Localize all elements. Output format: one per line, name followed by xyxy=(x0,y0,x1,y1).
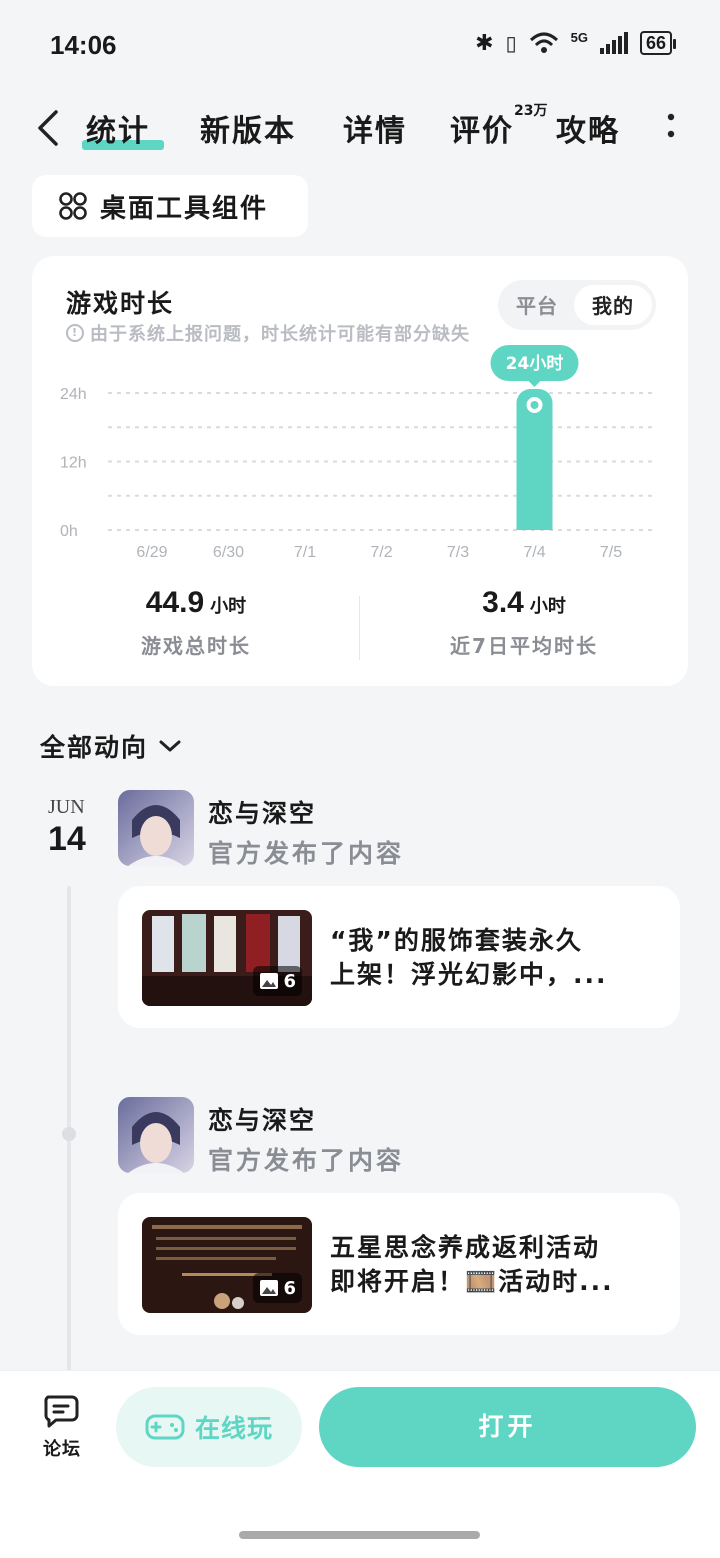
tab-guides[interactable]: 攻略 xyxy=(556,106,620,150)
open-game-button[interactable]: 打开 xyxy=(319,1387,696,1467)
signal-icon xyxy=(599,32,628,54)
image-icon xyxy=(260,973,279,989)
wifi-icon xyxy=(529,32,558,53)
image-count: 6 xyxy=(283,1277,296,1299)
post-thumbnail: 6 xyxy=(142,910,312,1006)
image-icon xyxy=(260,1280,279,1296)
play-time-card: 游戏时长 平台 我的 ! 由于系统上报问题，时长统计可能有部分缺失 24h 12h… xyxy=(32,256,688,686)
more-icon[interactable] xyxy=(666,112,676,144)
post-text: 五星思念养成返利活动 即将开启！🎞️活动时... xyxy=(330,1231,660,1299)
avatar[interactable] xyxy=(118,790,194,866)
post-text-line1: 五星思念养成返利活动 xyxy=(330,1233,601,1262)
total-time-unit: 小时 xyxy=(210,596,247,617)
back-arrow-icon[interactable] xyxy=(36,110,60,146)
home-indicator[interactable] xyxy=(239,1531,480,1539)
bar-value-tooltip-arrow xyxy=(528,381,541,387)
post-card[interactable]: 6 五星思念养成返利活动 即将开启！🎞️活动时... xyxy=(118,1193,680,1335)
y-tick-label: 24h xyxy=(60,386,87,403)
y-tick-label: 0h xyxy=(60,523,78,540)
avg-time-value: 3.4 xyxy=(482,586,524,619)
x-tick-label: 7/3 xyxy=(447,544,469,561)
chart-bar-marker-inner xyxy=(530,401,539,409)
image-count-badge: 6 xyxy=(253,966,302,996)
bluetooth-icon: ✱ xyxy=(475,30,494,55)
play-online-label: 在线玩 xyxy=(194,1414,273,1443)
tab-new-version[interactable]: 新版本 xyxy=(200,106,296,150)
avg-time-stat: 3.4 小时 近7日平均时长 xyxy=(360,586,688,659)
x-tick-label: 7/2 xyxy=(370,544,392,561)
bar-value-label: 24小时 xyxy=(506,354,564,374)
avg-time-unit: 小时 xyxy=(529,596,566,617)
post-text: “我”的服饰套装永久 上架！浮光幻影中，... xyxy=(330,924,660,992)
reviews-count-badge: 23万 xyxy=(514,103,548,119)
y-tick-label: 12h xyxy=(60,455,87,472)
feed-filter-dropdown[interactable]: 全部动向 xyxy=(40,728,182,764)
post-author[interactable]: 恋与深空 xyxy=(208,1101,316,1137)
total-time-caption: 游戏总时长 xyxy=(141,634,251,658)
play-time-chart: 24h 12h 0h 6/29 6/30 7/1 7/2 7/3 7/4 24小时 7/5 xyxy=(60,345,654,561)
post-author[interactable]: 恋与深空 xyxy=(208,794,316,830)
top-nav: 统计 新版本 详情 评价 23万 攻略 xyxy=(0,100,720,160)
post-action: 官方发布了内容 xyxy=(208,1146,405,1175)
avatar[interactable] xyxy=(118,1097,194,1173)
x-tick-label: 7/4 xyxy=(523,544,545,561)
image-count-badge: 6 xyxy=(253,1273,302,1303)
post-card[interactable]: 6 “我”的服饰套装永久 上架！浮光幻影中，... xyxy=(118,886,680,1028)
post-text-line2: 即将开启！🎞️活动时... xyxy=(330,1267,614,1296)
x-tick-label: 6/30 xyxy=(213,544,244,561)
tab-details[interactable]: 详情 xyxy=(343,106,407,150)
total-time-stat: 44.9 小时 游戏总时长 xyxy=(32,586,360,659)
chevron-down-icon xyxy=(159,740,181,752)
chart-bar-base xyxy=(516,516,553,530)
date-day: 14 xyxy=(48,820,86,858)
x-tick-label: 7/5 xyxy=(600,544,622,561)
gamepad-icon xyxy=(145,1414,185,1440)
post-text-line1: “我”的服饰套装永久 xyxy=(330,926,583,955)
forum-chat-icon xyxy=(44,1395,79,1428)
image-count: 6 xyxy=(283,970,296,992)
post-text-line2: 上架！浮光幻影中，... xyxy=(330,960,608,989)
date-month: JUN xyxy=(48,796,85,818)
forum-label: 论坛 xyxy=(43,1439,81,1460)
battery-icon: 66 xyxy=(639,31,677,55)
tab-reviews[interactable]: 评价 xyxy=(450,106,514,150)
forum-button[interactable]: 论坛 xyxy=(36,1393,88,1461)
post-action: 官方发布了内容 xyxy=(208,839,405,868)
status-icons: ✱ ▯ 5G 66 xyxy=(475,30,677,56)
desktop-widget-button[interactable]: 桌面工具组件 xyxy=(32,175,308,237)
x-tick-label: 6/29 xyxy=(136,544,167,561)
network-type: 5G xyxy=(570,30,588,45)
widget-grid-icon xyxy=(59,192,87,220)
status-time: 14:06 xyxy=(50,30,117,60)
post-thumbnail: 6 xyxy=(142,1217,312,1313)
timeline-dot xyxy=(62,1127,76,1141)
play-online-button[interactable]: 在线玩 xyxy=(116,1387,302,1467)
vibrate-icon: ▯ xyxy=(505,32,517,55)
desktop-widget-label: 桌面工具组件 xyxy=(100,193,269,224)
feed-filter-label: 全部动向 xyxy=(40,733,149,762)
bottom-action-bar: 论坛 在线玩 打开 xyxy=(0,1370,720,1558)
avg-time-caption: 近7日平均时长 xyxy=(450,634,598,658)
total-time-value: 44.9 xyxy=(145,586,205,619)
tab-stats[interactable]: 统计 xyxy=(86,106,150,150)
x-tick-label: 7/1 xyxy=(294,544,316,561)
